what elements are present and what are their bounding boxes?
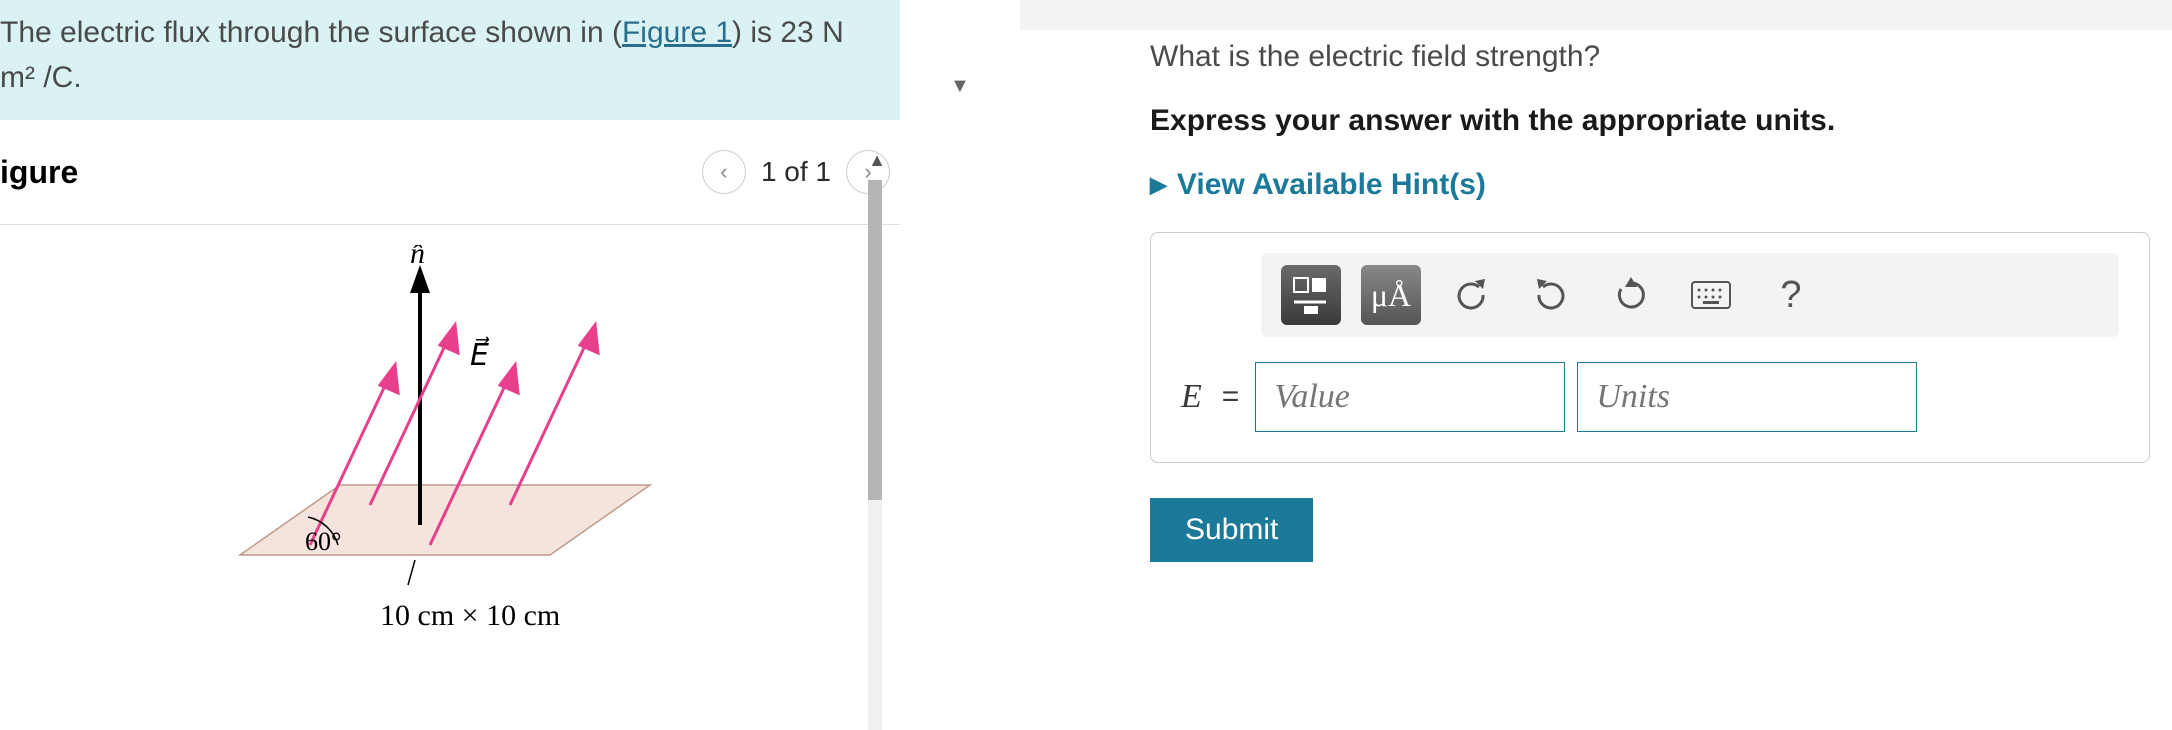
equals-sign: =: [1222, 380, 1240, 414]
equation-toolbar: μÅ ?: [1261, 253, 2119, 337]
figure-diagram: n̂ E⃗ 60° 10 cm × 10 cm: [0, 245, 820, 695]
figure-count: 1 of 1: [761, 156, 831, 188]
instruction-text: Express your answer with the appropriate…: [1150, 104, 2150, 138]
figure-prev-button[interactable]: ‹: [702, 150, 746, 194]
variable-label: E: [1181, 378, 1202, 416]
question-text: What is the electric field strength?: [1150, 40, 2150, 74]
chevron-right-icon: ▶: [1150, 172, 1167, 198]
problem-text-prefix: The electric flux through the surface sh…: [0, 16, 622, 49]
keyboard-button[interactable]: [1681, 265, 1741, 325]
dimension-label: 10 cm × 10 cm: [380, 599, 560, 632]
figure-link[interactable]: Figure 1: [622, 16, 732, 49]
undo-button[interactable]: [1441, 265, 1501, 325]
angle-label: 60°: [305, 527, 341, 556]
redo-button[interactable]: [1521, 265, 1581, 325]
scroll-thumb[interactable]: [868, 180, 882, 500]
submit-button[interactable]: Submit: [1150, 498, 1313, 562]
figure-title: igure: [0, 154, 78, 191]
answer-box: μÅ ? E =: [1150, 232, 2150, 463]
scrollbar[interactable]: ▲: [860, 180, 900, 730]
problem-statement: The electric flux through the surface sh…: [0, 0, 900, 120]
scroll-up-icon[interactable]: ▲: [868, 150, 886, 171]
value-input[interactable]: [1255, 362, 1565, 432]
template-tool-button[interactable]: [1281, 265, 1341, 325]
n-hat-label: n̂: [410, 245, 425, 270]
reset-button[interactable]: [1601, 265, 1661, 325]
units-tool-button[interactable]: μÅ: [1361, 265, 1421, 325]
view-hints-button[interactable]: ▶ View Available Hint(s): [1150, 168, 2150, 202]
e-vector-label: E⃗: [470, 337, 490, 372]
units-input[interactable]: [1577, 362, 1917, 432]
hints-label: View Available Hint(s): [1177, 168, 1486, 202]
dropdown-icon[interactable]: ▼: [950, 75, 970, 98]
help-button[interactable]: ?: [1761, 265, 1821, 325]
